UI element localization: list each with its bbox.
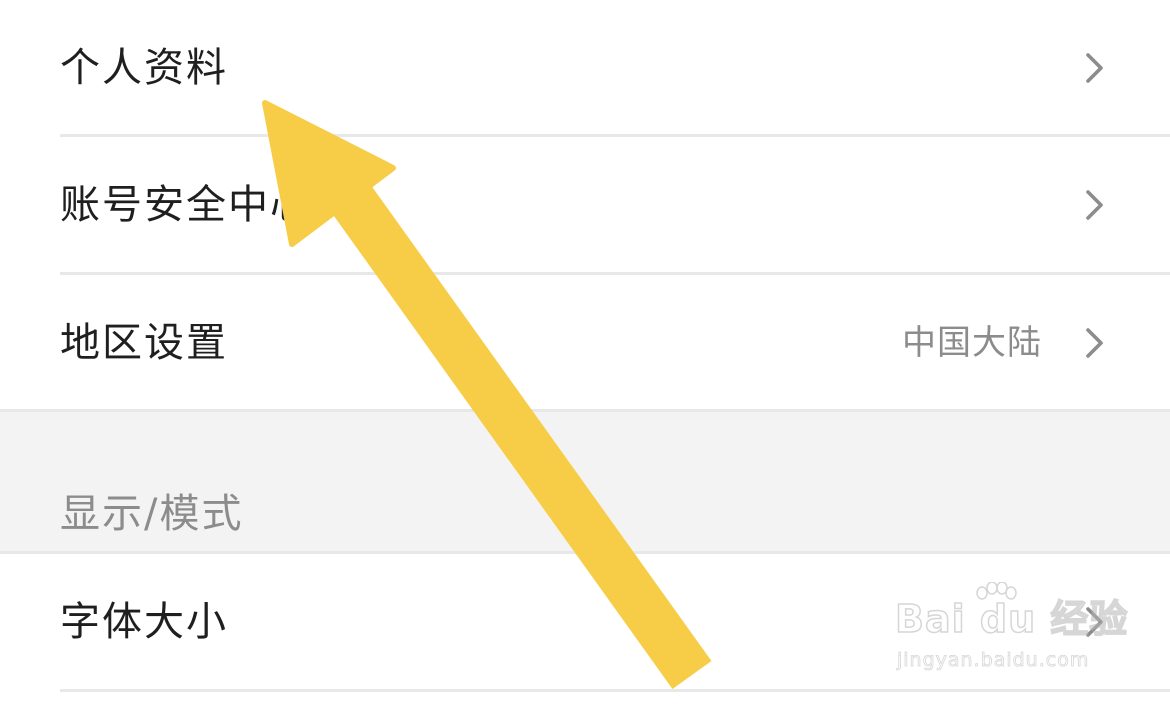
region-value: 中国大陆 — [902, 323, 1042, 363]
settings-row-profile[interactable]: 个人资料 — [0, 0, 1170, 136]
chevron-right-icon — [1086, 328, 1103, 358]
settings-row-font-size[interactable]: 字体大小 — [0, 554, 1170, 690]
section-divider — [0, 409, 1170, 412]
settings-row-label: 字体大小 — [60, 599, 228, 645]
settings-row-region[interactable]: 地区设置 中国大陆 — [0, 275, 1170, 411]
chevron-right-icon — [1086, 607, 1103, 637]
chevron-right-icon — [1086, 53, 1103, 83]
settings-row-label: 账号安全中心 — [60, 182, 312, 228]
chevron-right-icon — [1086, 190, 1103, 220]
settings-row-label: 个人资料 — [60, 45, 228, 91]
row-divider — [60, 689, 1170, 692]
section-title: 显示/模式 — [60, 491, 244, 537]
settings-page: 个人资料 账号安全中心 地区设置 中国大陆 显示/模式 字体大小 Bai du … — [0, 0, 1170, 704]
settings-row-account-security[interactable]: 账号安全中心 — [0, 137, 1170, 273]
settings-row-label: 地区设置 — [60, 320, 228, 366]
